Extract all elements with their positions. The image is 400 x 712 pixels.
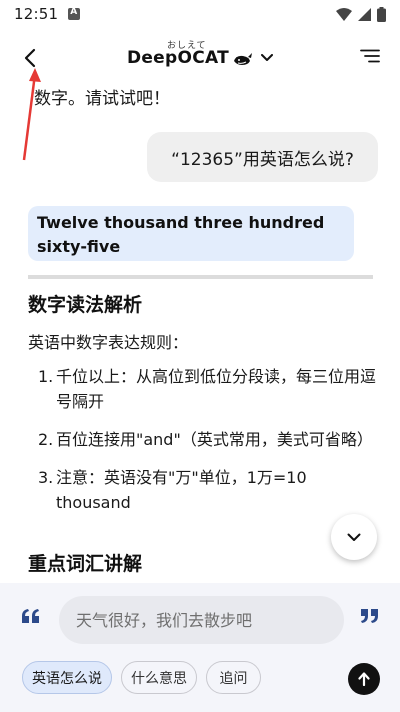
menu-button[interactable] (360, 48, 382, 68)
chip-meaning[interactable]: 什么意思 (121, 661, 197, 694)
app-header: おしえて DeepOCAT (0, 36, 400, 80)
divider (28, 275, 373, 279)
scroll-down-button[interactable] (331, 514, 377, 560)
section-title-reading: 数字读法解析 (28, 294, 143, 316)
user-message-bubble: “12365”用英语怎么说? (147, 132, 378, 182)
quote-open-icon[interactable] (22, 609, 39, 623)
arrow-up-icon (358, 672, 370, 686)
list-item-text: 千位以上：从高位到低位分段读，每三位用逗号隔开 (56, 367, 377, 411)
chevron-down-icon (347, 533, 361, 541)
whale-logo-icon (234, 53, 253, 65)
battery-icon (377, 6, 386, 22)
title-block: おしえて DeepOCAT (126, 41, 230, 68)
previous-message-text: 数字。请试试吧！ (34, 89, 170, 109)
status-time: 12:51 (14, 5, 59, 23)
section-title-vocab: 重点词汇讲解 (28, 553, 143, 575)
list-item: 1. 千位以上：从高位到低位分段读，每三位用逗号隔开 (38, 364, 378, 414)
chip-label: 英语怎么说 (32, 670, 102, 687)
menu-icon (360, 49, 380, 63)
status-bar: 12:51 (0, 0, 400, 28)
user-message-text: “12365”用英语怎么说? (171, 149, 354, 170)
list-item-text: 百位连接用"and"（英式常用，美式可省略） (56, 430, 373, 449)
chevron-down-icon (261, 54, 274, 61)
list-item-text: 注意：英语没有"万"单位，1万=10 thousand (56, 468, 307, 512)
list-item-number: 1. (38, 367, 54, 386)
chip-label: 追问 (219, 670, 248, 687)
title-dropdown[interactable]: おしえて DeepOCAT (126, 41, 274, 68)
title-ruby: おしえて (166, 41, 207, 51)
status-icons (336, 6, 386, 22)
chip-how-to-say[interactable]: 英语怎么说 (22, 661, 112, 694)
list-item: 3. 注意：英语没有"万"单位，1万=10 thousand (38, 465, 378, 515)
chevron-left-icon (24, 48, 36, 68)
rule-list: 1. 千位以上：从高位到低位分段读，每三位用逗号隔开 2. 百位连接用"and"… (38, 364, 378, 528)
send-button[interactable] (348, 663, 380, 695)
message-input[interactable] (59, 596, 344, 644)
answer-bubble: Twelve thousand three hundred sixty-five (28, 206, 354, 261)
signal-icon (358, 7, 371, 21)
chip-label: 什么意思 (131, 670, 187, 687)
intro-text: 英语中数字表达规则： (28, 333, 189, 352)
list-item-number: 3. (38, 468, 54, 487)
app-title: DeepOCAT (126, 48, 230, 68)
quote-close-icon[interactable] (361, 609, 378, 623)
chip-follow-up[interactable]: 追问 (206, 661, 261, 694)
list-item-number: 2. (38, 430, 54, 449)
bottom-input-panel: 英语怎么说 什么意思 追问 (0, 583, 400, 712)
chat-content[interactable]: 数字。请试试吧！ “12365”用英语怎么说? Twelve thousand … (0, 80, 400, 580)
list-item: 2. 百位连接用"and"（英式常用，美式可省略） (38, 427, 378, 452)
wifi-icon (336, 7, 352, 21)
answer-text: Twelve thousand three hundred sixty-five (37, 213, 325, 256)
sim-notification-icon (68, 7, 81, 20)
